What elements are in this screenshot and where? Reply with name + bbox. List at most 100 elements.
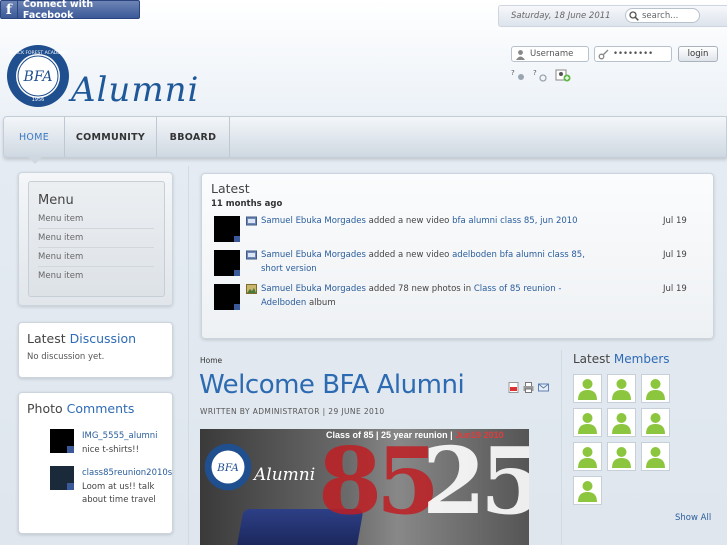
member-avatar[interactable] — [641, 374, 670, 403]
activity-user-link[interactable]: Samuel Ebuka Morgades — [261, 216, 366, 226]
default-user-icon — [578, 379, 597, 400]
activity-user-link[interactable]: Samuel Ebuka Morgades — [261, 284, 366, 294]
breadcrumb[interactable]: Home — [200, 356, 222, 365]
activity-avatar[interactable] — [214, 284, 240, 310]
photo-icon — [246, 284, 257, 294]
top-bar: Saturday, 18 June 2011 search... — [498, 5, 727, 27]
menu-item[interactable]: Menu item — [38, 233, 154, 248]
nav-active-pointer — [26, 155, 44, 164]
member-avatar[interactable] — [641, 408, 670, 437]
register-icon[interactable] — [555, 68, 571, 83]
forgot-password-icon[interactable]: ? — [533, 68, 549, 83]
facebook-f-icon: f — [1, 1, 18, 18]
latest-timeframe: 11 months ago — [211, 199, 283, 209]
column-divider — [188, 166, 189, 545]
alumni-wordmark[interactable]: Alumni — [71, 70, 199, 110]
login-button[interactable]: login — [678, 46, 718, 62]
hero-number-left: 85 — [318, 429, 440, 535]
member-avatar[interactable] — [641, 442, 670, 471]
search-input[interactable]: search... — [625, 8, 700, 23]
search-icon — [629, 10, 639, 21]
menu-item[interactable]: Menu item — [38, 214, 154, 229]
username-field[interactable]: Username — [511, 46, 589, 62]
article-tools — [508, 382, 549, 393]
main-nav: HOME COMMUNITY BBOARD — [3, 116, 727, 158]
activity-date: Jul 19 — [663, 216, 687, 226]
activity-avatar[interactable] — [214, 216, 240, 242]
menu-item[interactable]: Menu item — [38, 271, 154, 285]
activity-date: Jul 19 — [663, 284, 687, 294]
key-icon — [598, 49, 609, 59]
activity-avatar[interactable] — [214, 250, 240, 276]
member-avatar[interactable] — [573, 442, 602, 471]
latest-title: Latest — [211, 181, 250, 196]
article-hero-image: 85 25 Class of 85 | 25 year reunion | Ju… — [200, 429, 529, 545]
default-user-icon — [646, 447, 665, 468]
discussion-title: Latest Discussion — [27, 331, 137, 346]
activity-text: Samuel Ebuka Morgades added 78 new photo… — [261, 284, 562, 308]
nav-community[interactable]: COMMUNITY — [65, 117, 157, 157]
photo-comments-title: Photo Comments — [27, 401, 135, 416]
facebook-connect-button[interactable]: f Connect with Facebook — [0, 0, 140, 21]
column-divider — [561, 350, 562, 545]
photo-comment-text: Loom at us!! talk about time travel — [82, 482, 156, 505]
member-avatar[interactable] — [573, 408, 602, 437]
member-avatar[interactable] — [573, 476, 602, 505]
menu-item[interactable]: Menu item — [38, 252, 154, 267]
activity-user-link[interactable]: Samuel Ebuka Morgades — [261, 250, 366, 260]
member-avatar[interactable] — [607, 408, 636, 437]
photo-comment-name[interactable]: class85reunion2010s — [82, 468, 172, 478]
activity-text: Samuel Ebuka Morgades added a new video … — [261, 250, 585, 274]
svg-text:BFA: BFA — [23, 69, 53, 85]
svg-text:?: ? — [533, 69, 537, 77]
activity-target-link[interactable]: bfa alumni class 85, jun 2010 — [452, 216, 577, 226]
nav-bboard[interactable]: BBOARD — [157, 117, 230, 157]
facebook-connect-label: Connect with Facebook — [22, 0, 94, 21]
latest-members-title: Latest Members — [573, 352, 670, 366]
default-user-icon — [612, 379, 631, 400]
bfa-seal-logo: BFA — [204, 443, 252, 491]
username-placeholder: Username — [530, 49, 574, 59]
hero-wordmark: Alumni — [254, 465, 316, 485]
password-field[interactable]: •••••••• — [594, 46, 672, 62]
menu-module: Menu Menu item Menu item Menu item Menu … — [18, 172, 173, 306]
login-helper-icons: ? ? — [511, 68, 571, 83]
menu-inner-panel: Menu Menu item Menu item Menu item Menu … — [28, 181, 165, 297]
photo-thumbnail[interactable] — [50, 466, 74, 490]
member-avatar[interactable] — [607, 442, 636, 471]
activity-date: Jul 19 — [663, 250, 687, 260]
login-panel: Username •••••••• login ? ? — [503, 41, 725, 89]
svg-text:1956: 1956 — [32, 97, 45, 103]
nav-home[interactable]: HOME — [4, 117, 65, 157]
pdf-icon[interactable] — [508, 382, 519, 393]
default-user-icon — [578, 447, 597, 468]
member-avatar[interactable] — [607, 374, 636, 403]
hero-headline: Class of 85 | 25 year reunion | Jun19 20… — [326, 430, 504, 440]
video-icon — [246, 216, 257, 226]
default-user-icon — [646, 413, 665, 434]
print-icon[interactable] — [523, 382, 534, 393]
bfa-seal-logo[interactable]: BFA 1956 BLACK FOREST ACADEMY — [6, 44, 70, 108]
discussion-empty-text: No discussion yet. — [27, 352, 105, 362]
hero-number-right: 25 — [422, 429, 529, 535]
photo-comment-name[interactable]: IMG_5555_alumni — [82, 431, 158, 441]
article-title[interactable]: Welcome BFA Alumni — [199, 370, 465, 400]
password-value: •••••••• — [613, 49, 654, 59]
latest-activity-module: Latest 11 months ago Samuel Ebuka Morgad… — [201, 173, 714, 339]
article-meta: WRITTEN BY ADMINISTRATOR | 29 JUNE 2010 — [200, 407, 385, 416]
default-user-icon — [612, 447, 631, 468]
svg-text:?: ? — [511, 69, 515, 77]
photo-thumbnail[interactable] — [50, 429, 74, 453]
svg-text:BLACK FOREST ACADEMY: BLACK FOREST ACADEMY — [9, 50, 67, 56]
svg-text:BFA: BFA — [216, 462, 239, 474]
photo-comments-module: Photo Comments IMG_5555_alumni nice t-sh… — [18, 392, 173, 534]
member-avatar[interactable] — [573, 374, 602, 403]
activity-text: Samuel Ebuka Morgades added a new video … — [261, 216, 578, 226]
current-date: Saturday, 18 June 2011 — [511, 11, 611, 21]
email-icon[interactable] — [538, 382, 549, 393]
photo-comment-text: nice t-shirts!! — [82, 445, 140, 455]
default-user-icon — [578, 481, 597, 502]
forgot-username-icon[interactable]: ? — [511, 68, 527, 83]
default-user-icon — [578, 413, 597, 434]
show-all-members-link[interactable]: Show All — [675, 513, 711, 523]
